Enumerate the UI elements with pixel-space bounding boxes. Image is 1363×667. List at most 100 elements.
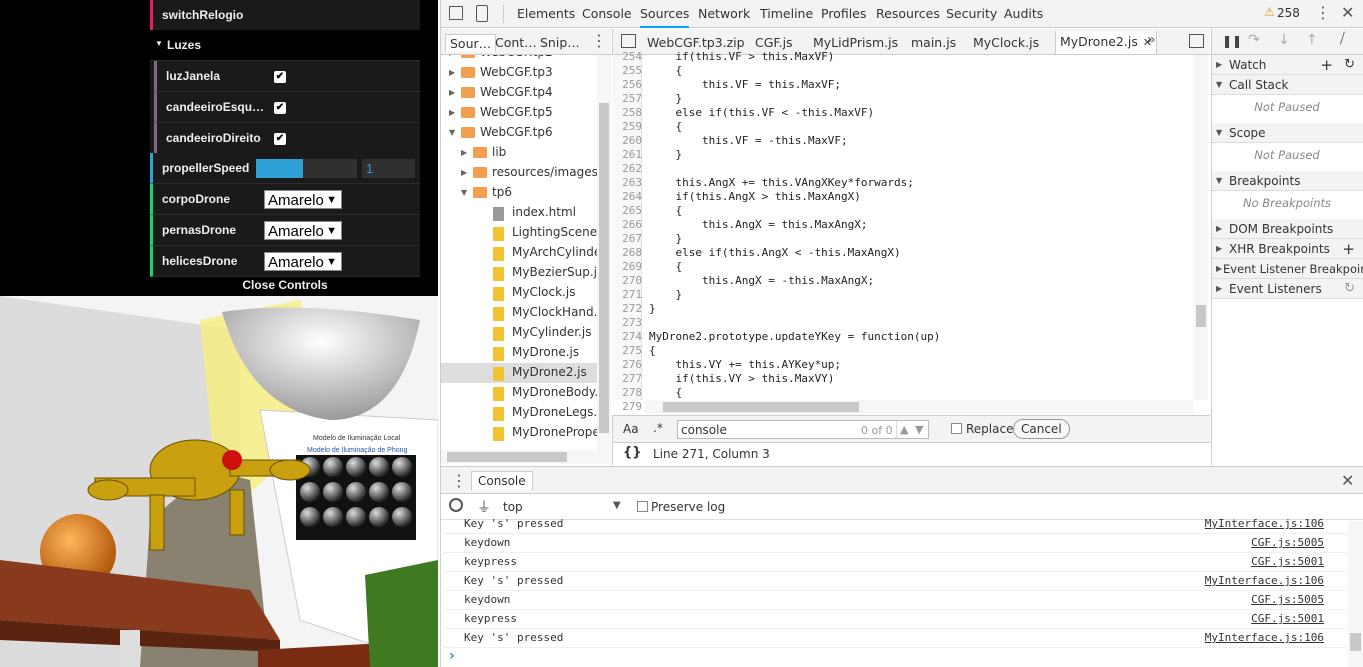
tree-item[interactable]: MyArchCylinder.js bbox=[441, 243, 597, 263]
file-tab[interactable]: CGF.js bbox=[755, 35, 793, 50]
tab-content-scripts[interactable]: Cont… bbox=[495, 35, 537, 50]
tab-sources[interactable]: Sour… bbox=[445, 34, 497, 52]
tree-item[interactable]: MyDrone.js bbox=[441, 343, 597, 363]
tree-item[interactable]: ▶ WebCGF.tp3 bbox=[441, 63, 597, 83]
refresh-icon[interactable]: ↻ bbox=[1344, 279, 1355, 299]
tree-item[interactable]: ▶ WebCGF.tp5 bbox=[441, 103, 597, 123]
toggle-navigator-icon[interactable] bbox=[621, 34, 636, 48]
webgl-canvas[interactable]: Modelo de Iluminação Local Modelo de Ilu… bbox=[0, 0, 438, 667]
pane-xhr-breakpoints[interactable]: ▶ XHR Breakpoints + bbox=[1211, 239, 1363, 259]
tree-item[interactable]: MyBezierSup.js bbox=[441, 263, 597, 283]
drawer-menu-icon[interactable]: ⋮ bbox=[451, 471, 467, 490]
pane-event-listeners[interactable]: ▶ Event Listeners ↻ bbox=[1211, 279, 1363, 299]
gui-row-corpodrone[interactable]: corpoDrone Amarelo ▼ bbox=[150, 184, 420, 215]
tab-snippets[interactable]: Snip… bbox=[540, 35, 580, 50]
propellerspeed-input[interactable]: 1 bbox=[362, 159, 415, 178]
console-source-link[interactable]: MyInterface.js:106 bbox=[1205, 517, 1324, 530]
toggle-debugger-icon[interactable] bbox=[1189, 34, 1204, 48]
tree-item[interactable]: ▶ lib bbox=[441, 143, 597, 163]
tree-item[interactable]: MyDronePropellers.js bbox=[441, 423, 597, 443]
replace-checkbox[interactable] bbox=[951, 423, 962, 434]
luzjanela-checkbox[interactable]: ✔ bbox=[274, 71, 286, 83]
preserve-log-checkbox[interactable] bbox=[637, 501, 648, 512]
tree-item[interactable]: ▶ WebCGF.tp4 bbox=[441, 83, 597, 103]
console-scrollbar[interactable] bbox=[1348, 521, 1363, 667]
chevron-right-icon[interactable]: ▶ bbox=[449, 88, 455, 97]
console-source-link[interactable]: MyInterface.js:106 bbox=[1205, 631, 1324, 644]
tab-profiles[interactable]: Profiles bbox=[821, 6, 866, 21]
helicesdrone-select[interactable]: Amarelo ▼ bbox=[264, 252, 342, 271]
pane-event-listener-breakpoints[interactable]: ▶ Event Listener Breakpoints bbox=[1211, 259, 1363, 279]
clear-console-icon[interactable] bbox=[449, 498, 463, 512]
tab-timeline[interactable]: Timeline bbox=[760, 6, 813, 21]
tree-item[interactable]: MyDroneLegs.js bbox=[441, 403, 597, 423]
tree-item[interactable]: MyDrone2.js bbox=[441, 363, 597, 383]
gui-row-pernasdrone[interactable]: pernasDrone Amarelo ▼ bbox=[150, 215, 420, 246]
gui-row-propellerspeed[interactable]: propellerSpeed 1 bbox=[150, 153, 420, 184]
tree-item[interactable]: LightingScene.js bbox=[441, 223, 597, 243]
candeeiroesquerdo-checkbox[interactable]: ✔ bbox=[274, 102, 286, 114]
deactivate-breakpoints-icon[interactable]: ⧸ bbox=[1340, 31, 1345, 47]
regex-toggle[interactable]: .* bbox=[653, 421, 663, 435]
tree-scrollbar[interactable] bbox=[597, 55, 611, 450]
gui-row-candeeiroesquerdo[interactable]: candeeiroEsque… ✔ bbox=[154, 92, 420, 123]
step-out-icon[interactable]: ↑ bbox=[1306, 32, 1318, 48]
device-mode-icon[interactable] bbox=[476, 5, 488, 22]
pause-icon[interactable]: ❚❚ bbox=[1222, 34, 1242, 48]
close-devtools-icon[interactable]: ✕ bbox=[1341, 3, 1354, 22]
tree-item[interactable]: ▼ WebCGF.tp6 bbox=[441, 123, 597, 143]
gui-row-helicesdrone[interactable]: helicesDrone Amarelo ▼ bbox=[150, 246, 420, 277]
gui-row-candeeirodireito[interactable]: candeeiroDireito ✔ bbox=[154, 123, 420, 154]
chevron-right-icon[interactable]: ▶ bbox=[449, 55, 455, 57]
tab-audits[interactable]: Audits bbox=[1004, 6, 1043, 21]
file-tab[interactable]: MyDrone2.js ✕ bbox=[1055, 31, 1158, 54]
drawer-tab-console[interactable]: Console bbox=[471, 471, 533, 490]
code-hscrollbar[interactable] bbox=[645, 400, 1193, 414]
pane-watch[interactable]: ▶ Watch + ↻ bbox=[1211, 55, 1363, 75]
more-icon[interactable]: ⋮ bbox=[591, 31, 607, 50]
tree-hscrollbar[interactable] bbox=[441, 450, 611, 464]
pane-dom-breakpoints[interactable]: ▶ DOM Breakpoints bbox=[1211, 219, 1363, 239]
step-over-icon[interactable]: ↷ bbox=[1248, 32, 1260, 48]
chevron-down-icon[interactable]: ▼ bbox=[449, 128, 455, 137]
pretty-print-button[interactable]: {} bbox=[623, 445, 642, 460]
chevron-right-icon[interactable]: ▶ bbox=[449, 108, 455, 117]
file-tab[interactable]: MyClock.js bbox=[973, 35, 1039, 50]
gui-row-luzjanela[interactable]: luzJanela ✔ bbox=[154, 61, 420, 92]
gui-row-switchrelogio[interactable]: switchRelogio bbox=[150, 0, 420, 31]
inspect-icon[interactable] bbox=[449, 6, 463, 20]
tab-resources[interactable]: Resources bbox=[876, 6, 940, 21]
add-icon[interactable]: + bbox=[1320, 55, 1333, 75]
tab-sources[interactable]: Sources bbox=[640, 6, 690, 28]
cancel-search-button[interactable]: Cancel bbox=[1013, 419, 1070, 439]
gui-folder-luzes[interactable]: ▼ Luzes bbox=[150, 30, 420, 61]
context-select[interactable]: top bbox=[503, 500, 523, 514]
file-tab[interactable]: MyLidPrism.js bbox=[813, 35, 898, 50]
close-drawer-icon[interactable]: ✕ bbox=[1341, 471, 1354, 490]
pane-scope[interactable]: ▼ Scope bbox=[1211, 123, 1363, 143]
warning-count[interactable]: 258 bbox=[1277, 6, 1300, 20]
console-source-link[interactable]: CGF.js:5001 bbox=[1251, 612, 1324, 625]
console-source-link[interactable]: CGF.js:5005 bbox=[1251, 593, 1324, 606]
chevron-right-icon[interactable]: ▶ bbox=[461, 148, 467, 157]
console-source-link[interactable]: MyInterface.js:106 bbox=[1205, 574, 1324, 587]
pernasdrone-select[interactable]: Amarelo ▼ bbox=[264, 221, 342, 240]
file-tab[interactable]: main.js bbox=[911, 35, 956, 50]
step-into-icon[interactable]: ↓ bbox=[1278, 32, 1290, 48]
file-tab[interactable]: WebCGF.tp3.zip bbox=[647, 35, 745, 50]
tab-console[interactable]: Console bbox=[582, 6, 632, 21]
tree-item[interactable]: MyCylinder.js bbox=[441, 323, 597, 343]
code-vscrollbar[interactable] bbox=[1194, 55, 1208, 400]
candeeirodireito-checkbox[interactable]: ✔ bbox=[274, 133, 286, 145]
search-input[interactable]: console 0 of 0 ▲ ▼ bbox=[677, 420, 929, 439]
console-prompt[interactable]: › bbox=[441, 647, 1349, 667]
chevron-down-icon[interactable]: ▼ bbox=[461, 188, 467, 197]
tree-item[interactable]: ▶ resources/images bbox=[441, 163, 597, 183]
propellerspeed-slider[interactable] bbox=[256, 159, 357, 178]
match-case-toggle[interactable]: Aa bbox=[623, 422, 639, 436]
tree-item[interactable]: ▼ tp6 bbox=[441, 183, 597, 203]
chevron-right-icon[interactable]: ▶ bbox=[461, 168, 467, 177]
search-next-icon[interactable]: ▼ bbox=[913, 421, 925, 438]
tab-security[interactable]: Security bbox=[946, 6, 997, 21]
tree-item[interactable]: MyDroneBody.js bbox=[441, 383, 597, 403]
